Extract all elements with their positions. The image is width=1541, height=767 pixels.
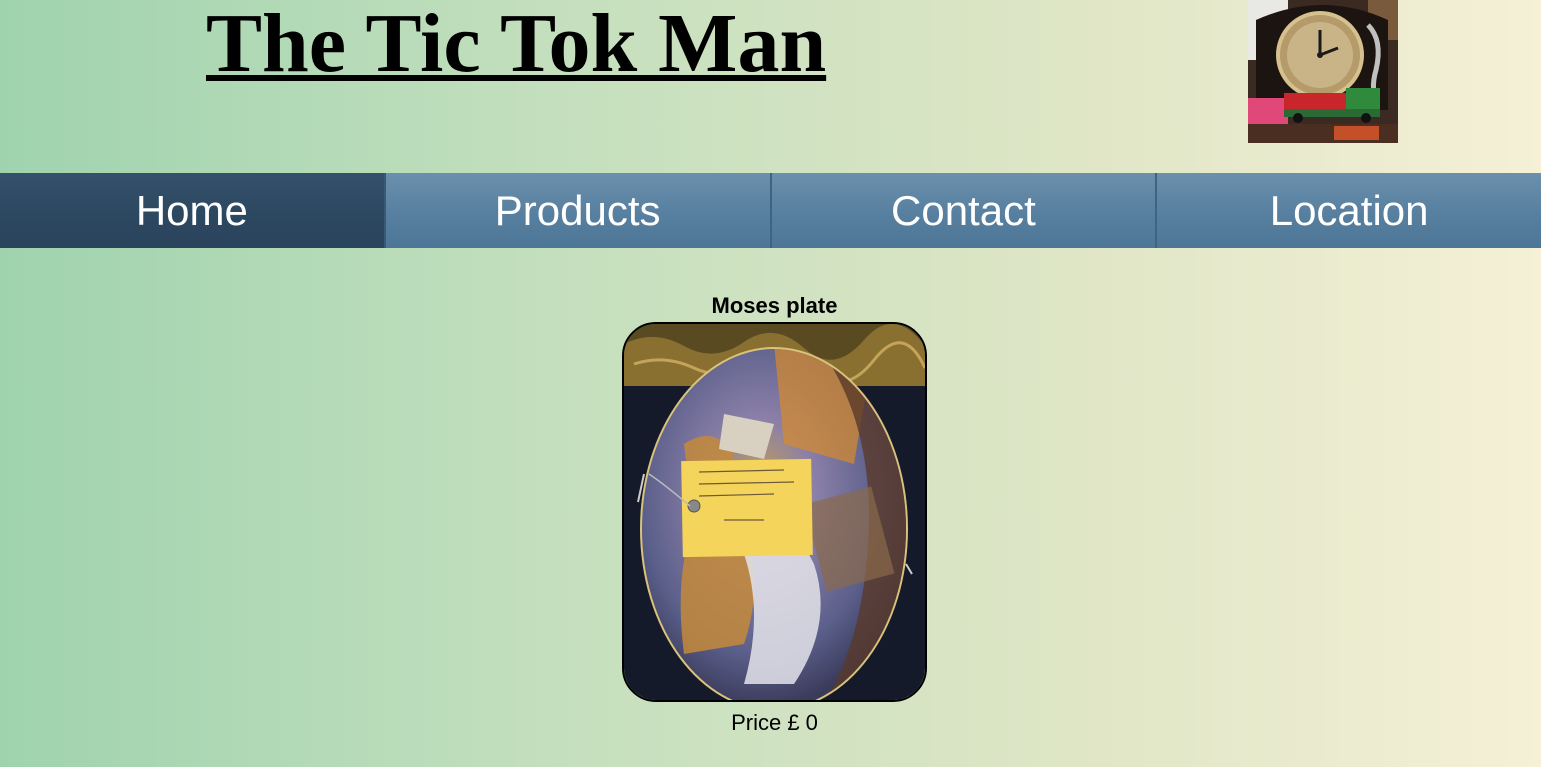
product-name: Moses plate: [711, 293, 838, 318]
nav-item-products[interactable]: Products: [385, 173, 772, 248]
nav-item-location[interactable]: Location: [1157, 173, 1541, 248]
product-price: Price £ 0: [731, 710, 818, 735]
nav-item-home[interactable]: Home: [0, 173, 386, 248]
site-title: The Tic Tok Man: [206, 0, 827, 90]
header-clock-photo: [1248, 0, 1398, 143]
main-nav: Home Products Contact Location: [0, 173, 1541, 248]
product-image[interactable]: [622, 322, 927, 702]
nav-item-contact[interactable]: Contact: [771, 173, 1158, 248]
product-card: Moses plate Price £ 0: [622, 290, 927, 744]
